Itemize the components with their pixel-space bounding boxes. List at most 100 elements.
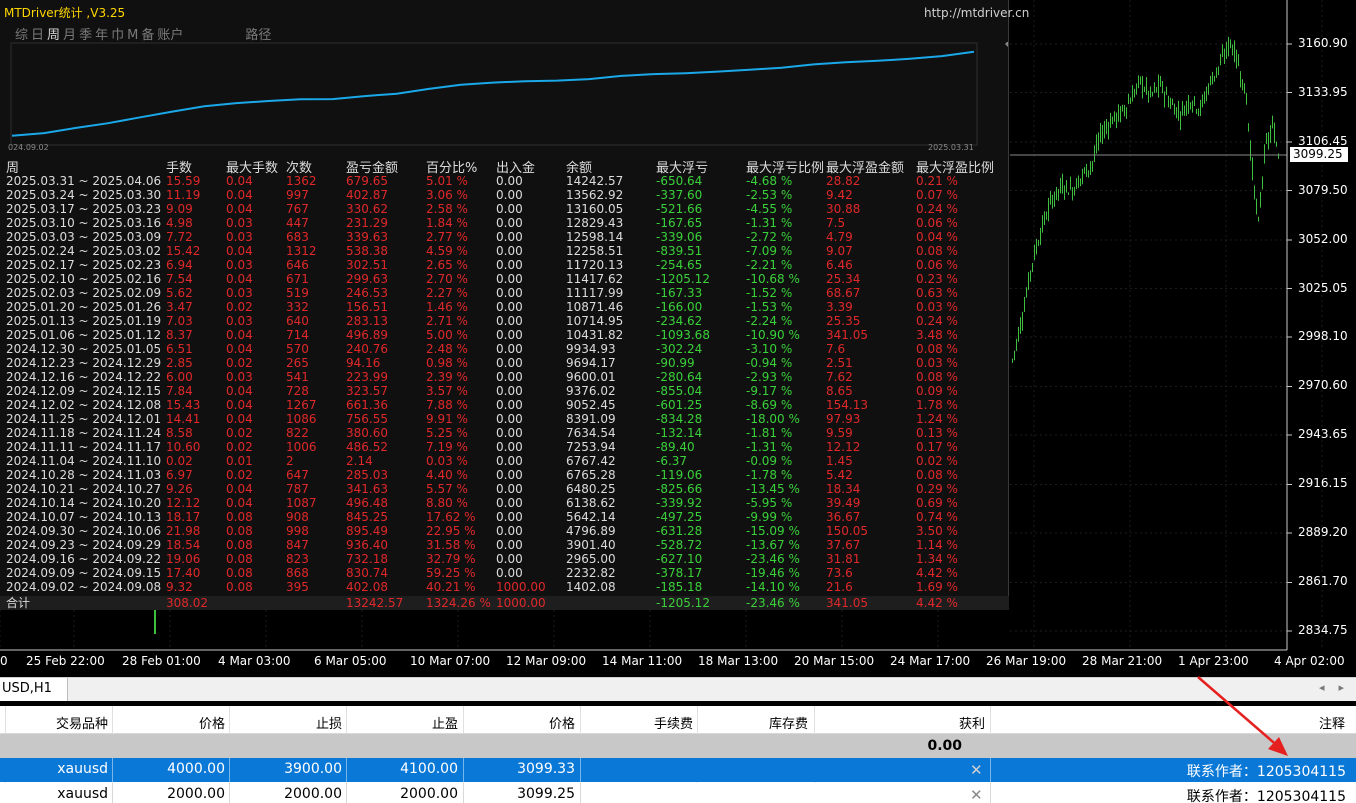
stats-cell: -0.94 % xyxy=(746,356,793,370)
stats-cell: 0.00 xyxy=(496,174,523,188)
stats-cell: 240.76 xyxy=(346,342,388,356)
stats-cell: 2025.02.03 ~ 2025.02.09 xyxy=(6,286,162,300)
tab-4[interactable]: 季 xyxy=(79,28,92,43)
stats-cell: 7.6 xyxy=(826,342,846,356)
stats-cell: -167.65 xyxy=(656,216,703,230)
stats-cell: 9.07 xyxy=(826,244,853,258)
stats-cell: 2024.12.02 ~ 2024.12.08 xyxy=(6,398,162,412)
tab-3[interactable]: 月 xyxy=(63,28,76,43)
stats-cell: 0.00 xyxy=(496,286,523,300)
tab-8[interactable]: 备 xyxy=(141,28,154,43)
stats-cell: 1.14 % xyxy=(916,538,958,552)
stats-cell: 0.02 xyxy=(226,440,253,454)
stats-cell: 0.08 % xyxy=(916,370,958,384)
trade-cell-price: 2000.00 xyxy=(167,786,225,802)
stats-cell: 538.38 xyxy=(346,244,388,258)
stats-cell: 402.08 xyxy=(346,580,388,594)
stats-cell: -132.14 xyxy=(656,426,703,440)
stats-cell: 73.6 xyxy=(826,566,853,580)
tab-scroll-arrows[interactable]: ◂ ▸ xyxy=(1319,681,1344,694)
stats-cell: 714 xyxy=(286,328,309,342)
tab-7[interactable]: M xyxy=(127,28,138,43)
stats-cell: 37.67 xyxy=(826,538,861,552)
stats-cell: -1.78 % xyxy=(746,468,793,482)
stats-cell: -2.24 % xyxy=(746,314,793,328)
stats-cell: 0.09 % xyxy=(916,384,958,398)
stats-cell: -15.09 % xyxy=(746,524,800,538)
stats-cell: 2 xyxy=(286,454,294,468)
stats-cell: 341.05 xyxy=(826,328,868,342)
stats-cell: 15.59 xyxy=(166,174,201,188)
scroll-left-icon[interactable]: ◂ xyxy=(1319,681,1325,694)
stats-cell: 25.34 xyxy=(826,272,861,286)
stats-cell: 11417.62 xyxy=(566,272,624,286)
time-tick-label: 25 Feb 22:00 xyxy=(26,654,105,668)
col-price[interactable]: 价格 xyxy=(120,713,225,732)
stats-cell: -119.06 xyxy=(656,468,703,482)
stats-row: 2025.02.24 ~ 2025.03.02 15.42 0.04 1312 538.… xyxy=(0,244,1009,258)
stats-cell: 8.37 xyxy=(166,328,193,342)
trade-row[interactable]: xauusd 4000.00 3900.00 4100.00 3099.33 ✕ 联系作者：… xyxy=(0,758,1356,782)
stats-cell: 0.23 % xyxy=(916,272,958,286)
stats-cell: 25.35 xyxy=(826,314,861,328)
stats-cell: 12258.51 xyxy=(566,244,624,258)
trade-cell-comment: 联系作者：1205304115 xyxy=(1186,789,1346,803)
time-tick-label: 14 Mar 11:00 xyxy=(602,654,683,668)
trade-row[interactable]: xauusd 2000.00 2000.00 2000.00 3099.25 ✕ 联系作者：… xyxy=(0,783,1356,803)
stats-cell: -254.65 xyxy=(656,258,703,272)
stats-cell: 2.77 % xyxy=(426,230,468,244)
stats-row: 2025.02.17 ~ 2025.02.23 6.94 0.03 646 302.51… xyxy=(0,258,1009,272)
stats-cell: 2025.03.17 ~ 2025.03.23 xyxy=(6,202,162,216)
scroll-right-icon[interactable]: ▸ xyxy=(1338,681,1344,694)
tab-9[interactable]: 账户 xyxy=(157,28,183,43)
chart-tab-symbol[interactable]: USD,H1 xyxy=(0,678,68,701)
stats-row: 2025.03.10 ~ 2025.03.16 4.98 0.03 447 231.29… xyxy=(0,216,1009,230)
stats-cell: 223.99 xyxy=(346,370,388,384)
stats-cell: 2025.03.31 ~ 2025.04.06 xyxy=(6,174,162,188)
tab-2[interactable]: 周 xyxy=(47,28,60,43)
stats-cell: 2025.02.10 ~ 2025.02.16 xyxy=(6,272,162,286)
stats-cell: 0.02 xyxy=(226,426,253,440)
stats-cell: 4796.89 xyxy=(566,524,616,538)
tab-6[interactable]: 巾 xyxy=(111,28,124,43)
tab-5[interactable]: 年 xyxy=(95,28,108,43)
stats-cell: 6138.62 xyxy=(566,496,616,510)
tab-10[interactable]: 路径 xyxy=(245,28,271,43)
close-position-icon[interactable]: ✕ xyxy=(970,761,983,779)
stats-cell: -1.81 % xyxy=(746,426,793,440)
close-position-icon[interactable]: ✕ xyxy=(970,786,983,803)
stats-cell: -1.52 % xyxy=(746,286,793,300)
stats-cell: 8.58 xyxy=(166,426,193,440)
col-comment[interactable]: 注释 xyxy=(1000,713,1345,732)
stats-cell: 2025.02.24 ~ 2025.03.02 xyxy=(6,244,162,258)
stats-cell: -1.31 % xyxy=(746,216,793,230)
stats-cell: -7.09 % xyxy=(746,244,793,258)
col-current-price[interactable]: 价格 xyxy=(465,713,575,732)
col-commission[interactable]: 手续费 xyxy=(585,713,693,732)
stats-cell: 2025.02.17 ~ 2025.02.23 xyxy=(6,258,162,272)
panel-title: MTDriver统计 ,V3.25 xyxy=(4,6,126,20)
stats-cell: 0.00 xyxy=(496,244,523,258)
stats-cell: 7.03 xyxy=(166,314,193,328)
period-tabs: 综日周月季年巾 M 备账户 路径 xyxy=(15,24,274,43)
stats-cell: 6480.25 xyxy=(566,482,616,496)
stats-cell: 0.04 xyxy=(226,244,253,258)
tab-1[interactable]: 日 xyxy=(31,28,44,43)
stats-cell: 2024.09.02 ~ 2024.09.08 xyxy=(6,580,162,594)
stats-cell: 0.04 xyxy=(226,482,253,496)
col-profit[interactable]: 获利 xyxy=(820,713,985,732)
panel-url-link[interactable]: http://mtdriver.cn xyxy=(924,6,1029,20)
stats-cell: -2.21 % xyxy=(746,258,793,272)
stats-cell: 7.72 xyxy=(166,230,193,244)
col-tp[interactable]: 止盈 xyxy=(348,713,458,732)
col-symbol[interactable]: 交易品种 xyxy=(8,713,108,732)
tab-0[interactable]: 综 xyxy=(15,28,28,43)
stats-cell: -302.24 xyxy=(656,342,703,356)
stats-cell: 647 xyxy=(286,468,309,482)
current-price-label: 3099.25 xyxy=(1290,147,1348,162)
col-swap[interactable]: 库存费 xyxy=(700,713,808,732)
stats-cell: 3.50 % xyxy=(916,524,958,538)
stats-cell: 68.67 xyxy=(826,286,861,300)
price-tick-label: 2943.65 xyxy=(1298,427,1348,441)
col-sl[interactable]: 止损 xyxy=(232,713,342,732)
